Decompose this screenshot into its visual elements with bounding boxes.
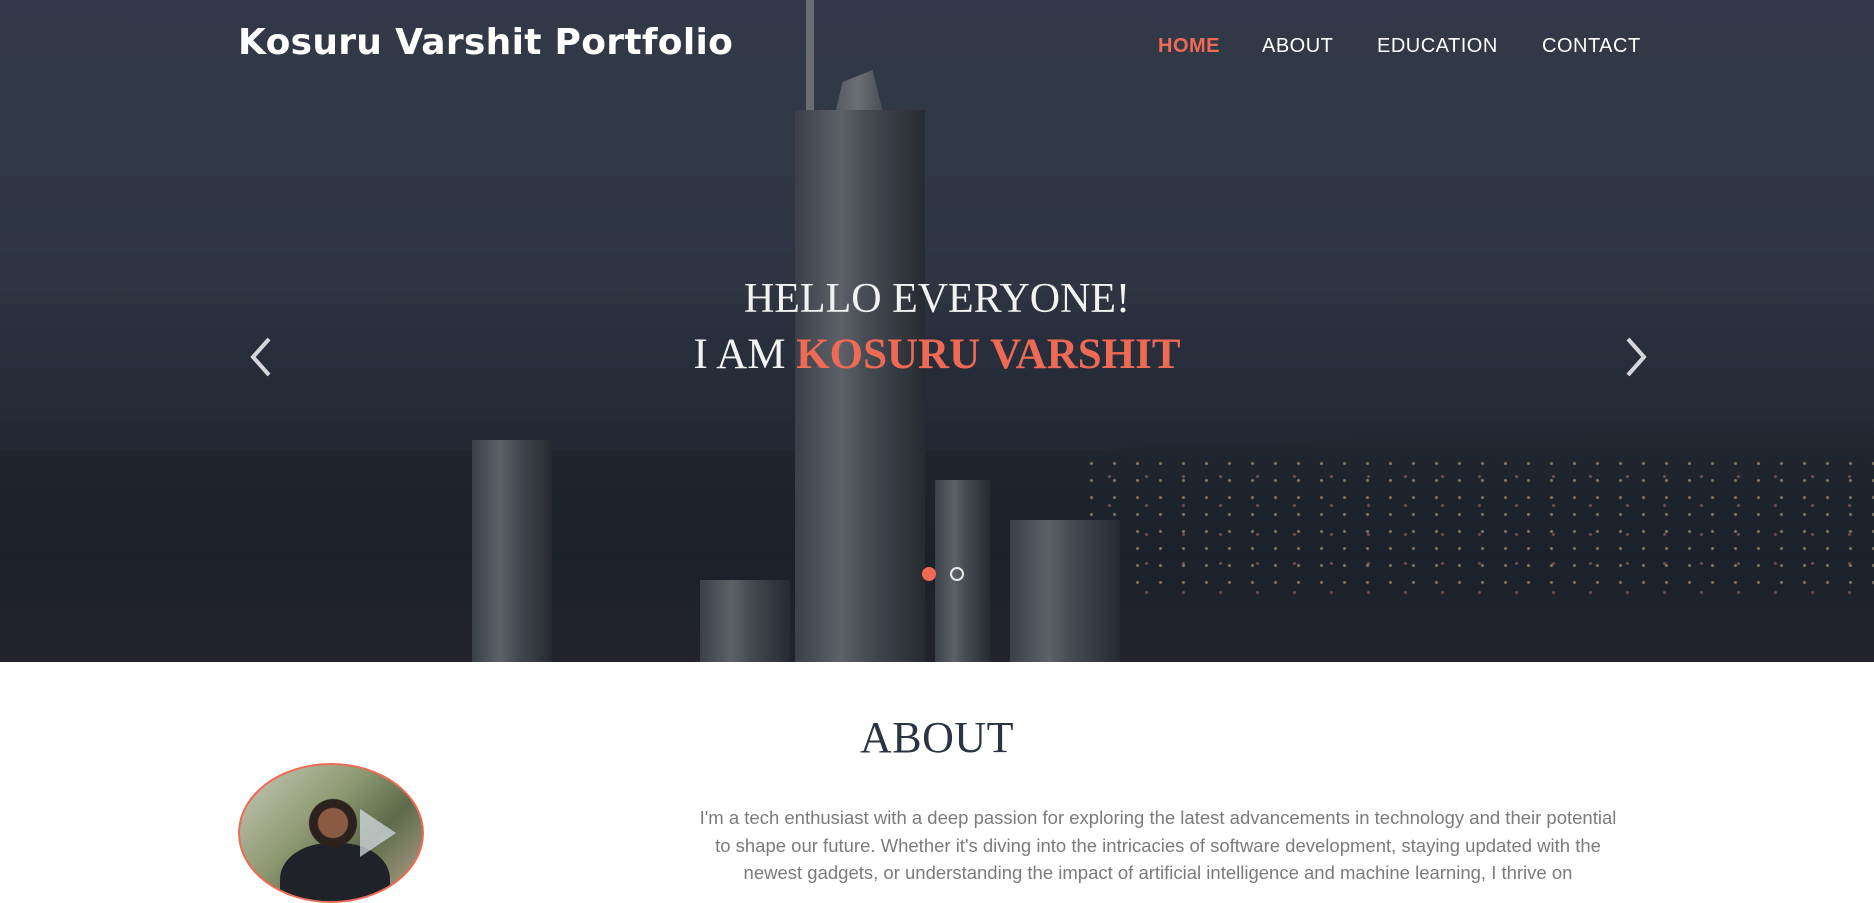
site-brand[interactable]: Kosuru Varshit Portfolio	[238, 22, 733, 63]
hero-name: KOSURU VARSHIT	[796, 331, 1181, 378]
carousel-prev-button[interactable]	[249, 336, 273, 377]
chevron-left-icon	[250, 337, 271, 377]
about-title: ABOUT	[859, 713, 1015, 762]
carousel-dot-2[interactable]	[950, 567, 964, 581]
play-icon	[360, 809, 396, 857]
hero-intro: I AM KOSURU VARSHIT	[0, 330, 1874, 379]
about-text: I'm a tech enthusiast with a deep passio…	[699, 807, 1617, 883]
nav-education[interactable]: EDUCATION	[1377, 35, 1498, 58]
nav-contact[interactable]: CONTACT	[1542, 35, 1641, 58]
hero-intro-prefix: I AM	[693, 331, 797, 378]
nav-about[interactable]: ABOUT	[1262, 35, 1333, 58]
chevron-right-icon	[1626, 337, 1647, 377]
hero-section: Kosuru Varshit Portfolio HOME ABOUT EDUC…	[0, 0, 1874, 662]
carousel-dot-1[interactable]	[922, 567, 936, 581]
nav-home[interactable]: HOME	[1158, 35, 1220, 58]
hero-greeting: HELLO EVERYONE!	[743, 276, 1131, 322]
carousel-next-button[interactable]	[1624, 336, 1648, 377]
profile-photo-face	[302, 795, 364, 865]
profile-photo	[238, 763, 424, 903]
